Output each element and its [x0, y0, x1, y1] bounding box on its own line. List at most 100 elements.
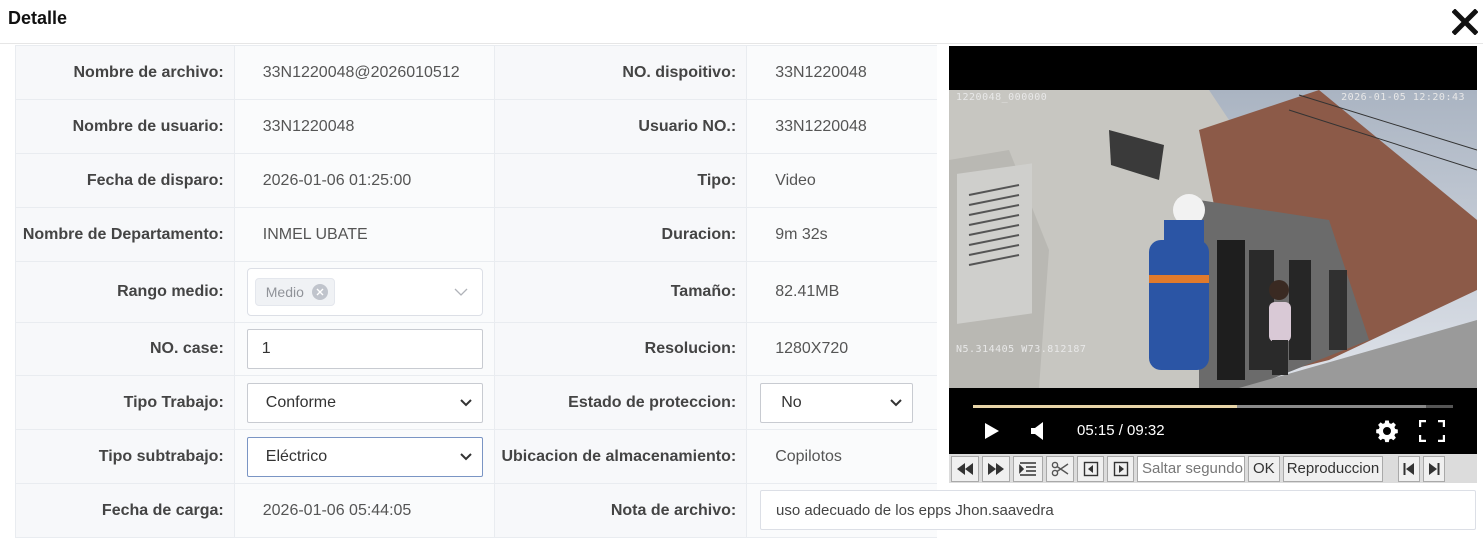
label-nota-archivo: Nota de archivo:	[495, 484, 748, 537]
value-no-case: 1	[234, 323, 496, 375]
mute-button[interactable]	[1025, 418, 1051, 444]
skip-previous-icon	[1403, 462, 1415, 475]
value-no-dispositivo: 33N1220048	[747, 46, 937, 99]
label-usuario-no: Usuario NO.:	[495, 100, 748, 153]
detail-grid: Nombre de archivo: 33N1220048@2026010512…	[15, 45, 938, 538]
playback-button[interactable]: Reproduccion	[1282, 455, 1384, 482]
no-case-input[interactable]: 1	[246, 329, 483, 369]
rango-medio-select[interactable]: Medio	[246, 268, 483, 316]
play-icon	[985, 423, 999, 439]
estado-proteccion-value: No	[781, 393, 802, 411]
detail-row: Fecha de disparo: 2026-01-06 01:25:00 Ti…	[16, 154, 937, 208]
close-icon	[1452, 9, 1478, 35]
fecha-disparo-text: 2026-01-06 01:25:00	[262, 171, 412, 189]
usuario-no-text: 33N1220048	[775, 117, 867, 135]
detail-row: Tipo Trabajo: Conforme Estado de protecc…	[16, 376, 937, 430]
nota-archivo-input[interactable]: uso adecuado de los epps Jhon.saavedra	[760, 490, 1476, 530]
estado-proteccion-select[interactable]: No	[760, 382, 914, 423]
resolucion-text: 1280X720	[775, 340, 849, 357]
fast-forward-button[interactable]	[982, 455, 1010, 482]
close-button[interactable]	[1449, 6, 1481, 38]
label-tipo-trabajo: Tipo Trabajo:	[16, 376, 235, 429]
seek-seconds-input[interactable]: Saltar segundo	[1137, 455, 1245, 482]
seek-ok-button[interactable]: OK	[1248, 455, 1280, 482]
label-duracion: Duracion:	[495, 208, 748, 261]
value-nombre-archivo: 33N1220048@2026010512	[234, 46, 496, 99]
value-usuario-no: 33N1220048	[747, 100, 937, 153]
tamano-text: 82.41MB	[775, 283, 840, 300]
rewind-button[interactable]	[951, 455, 979, 482]
value-ubicacion-almacenamiento: Copilotos	[747, 430, 938, 483]
chapters-button[interactable]	[1013, 455, 1043, 482]
value-tipo: Video	[747, 154, 937, 207]
detail-row: Rango medio: Medio Tamaño: 82.41MB	[16, 262, 938, 323]
detail-row: Nombre de Departamento: INMEL UBATE Dura…	[16, 208, 937, 262]
value-rango-medio: Medio	[234, 262, 496, 322]
list-indent-icon	[1019, 461, 1036, 476]
label-nombre-usuario: Nombre de usuario:	[16, 100, 235, 153]
tipo-trabajo-value: Conforme	[265, 393, 337, 411]
value-fecha-carga: 2026-01-06 05:44:05	[234, 484, 496, 537]
rango-medio-tag-label: Medio	[265, 284, 304, 300]
tag-remove-button[interactable]	[311, 284, 328, 300]
progress-bar[interactable]	[973, 405, 1453, 408]
label-resolucion: Resolucion:	[495, 323, 748, 375]
osd-gps: N5.314405 W73.812187	[956, 344, 1087, 355]
tipo-subtrabajo-select[interactable]: Eléctrico	[246, 436, 483, 477]
value-tipo-subtrabajo: Eléctrico	[234, 430, 496, 483]
chevron-down-icon	[460, 452, 472, 460]
fecha-carga-text: 2026-01-06 05:44:05	[262, 501, 412, 519]
rango-medio-tag: Medio	[254, 278, 335, 306]
frame-back-icon	[1083, 461, 1098, 476]
player-toolbar: Saltar segundo OK Reproduccion	[949, 454, 1477, 483]
fullscreen-icon	[1419, 420, 1445, 442]
value-duracion: 9m 32s	[747, 208, 937, 261]
label-ubicacion-almacenamiento: Ubicacion de almacenamiento:	[495, 430, 748, 483]
tipo-subtrabajo-value: Eléctrico	[265, 447, 328, 465]
next-file-button[interactable]	[1423, 455, 1446, 482]
detail-row: Nombre de usuario: 33N1220048 Usuario NO…	[16, 100, 937, 154]
label-fecha-carga: Fecha de carga:	[16, 484, 235, 537]
value-nombre-departamento: INMEL UBATE	[234, 208, 496, 261]
osd-device-id: 1220048_000000	[956, 92, 1048, 103]
label-nombre-departamento: Nombre de Departamento:	[16, 208, 235, 261]
scissors-icon	[1051, 461, 1069, 476]
settings-button[interactable]	[1373, 417, 1401, 445]
osd-timestamp: 2026-01-05 12:20:43	[1341, 92, 1465, 103]
tipo-trabajo-select[interactable]: Conforme	[246, 382, 483, 423]
value-resolucion: 1280X720	[747, 323, 938, 375]
label-estado-proteccion: Estado de proteccion:	[495, 376, 748, 429]
label-no-case: NO. case:	[16, 323, 235, 375]
video-player[interactable]: 1220048_000000 2026-01-05 12:20:43 N5.31…	[949, 46, 1477, 454]
frame-forward-button[interactable]	[1107, 455, 1134, 482]
label-fecha-disparo: Fecha de disparo:	[16, 154, 235, 207]
nombre-usuario-text: 33N1220048	[262, 117, 355, 135]
fullscreen-button[interactable]	[1417, 417, 1447, 445]
gear-icon	[1376, 420, 1398, 443]
nombre-departamento-text: INMEL UBATE	[262, 225, 368, 243]
play-button[interactable]	[979, 418, 1005, 444]
value-nombre-usuario: 33N1220048	[234, 100, 496, 153]
no-dispositivo-text: 33N1220048	[775, 63, 867, 81]
tipo-text: Video	[775, 171, 816, 189]
previous-file-button[interactable]	[1398, 455, 1421, 482]
duracion-text: 9m 32s	[775, 225, 828, 243]
cut-button[interactable]	[1046, 455, 1074, 482]
close-icon	[316, 288, 324, 296]
dialog-header: Detalle	[0, 0, 1483, 44]
value-tamano: 82.41MB	[747, 262, 938, 322]
rewind-icon	[957, 462, 973, 475]
chevron-down-icon	[460, 398, 472, 406]
ubicacion-text: Copilotos	[775, 447, 842, 465]
label-no-dispositivo: NO. dispoitivo:	[495, 46, 748, 99]
detail-row: Nombre de archivo: 33N1220048@2026010512…	[16, 46, 937, 100]
label-tamano: Tamaño:	[495, 262, 748, 322]
value-tipo-trabajo: Conforme	[234, 376, 496, 429]
frame-forward-icon	[1113, 461, 1128, 476]
dialog-title: Detalle	[8, 8, 68, 28]
value-fecha-disparo: 2026-01-06 01:25:00	[234, 154, 496, 207]
value-estado-proteccion: No	[747, 376, 937, 429]
chevron-down-icon	[890, 398, 902, 406]
fast-forward-icon	[988, 462, 1004, 475]
frame-back-button[interactable]	[1077, 455, 1104, 482]
